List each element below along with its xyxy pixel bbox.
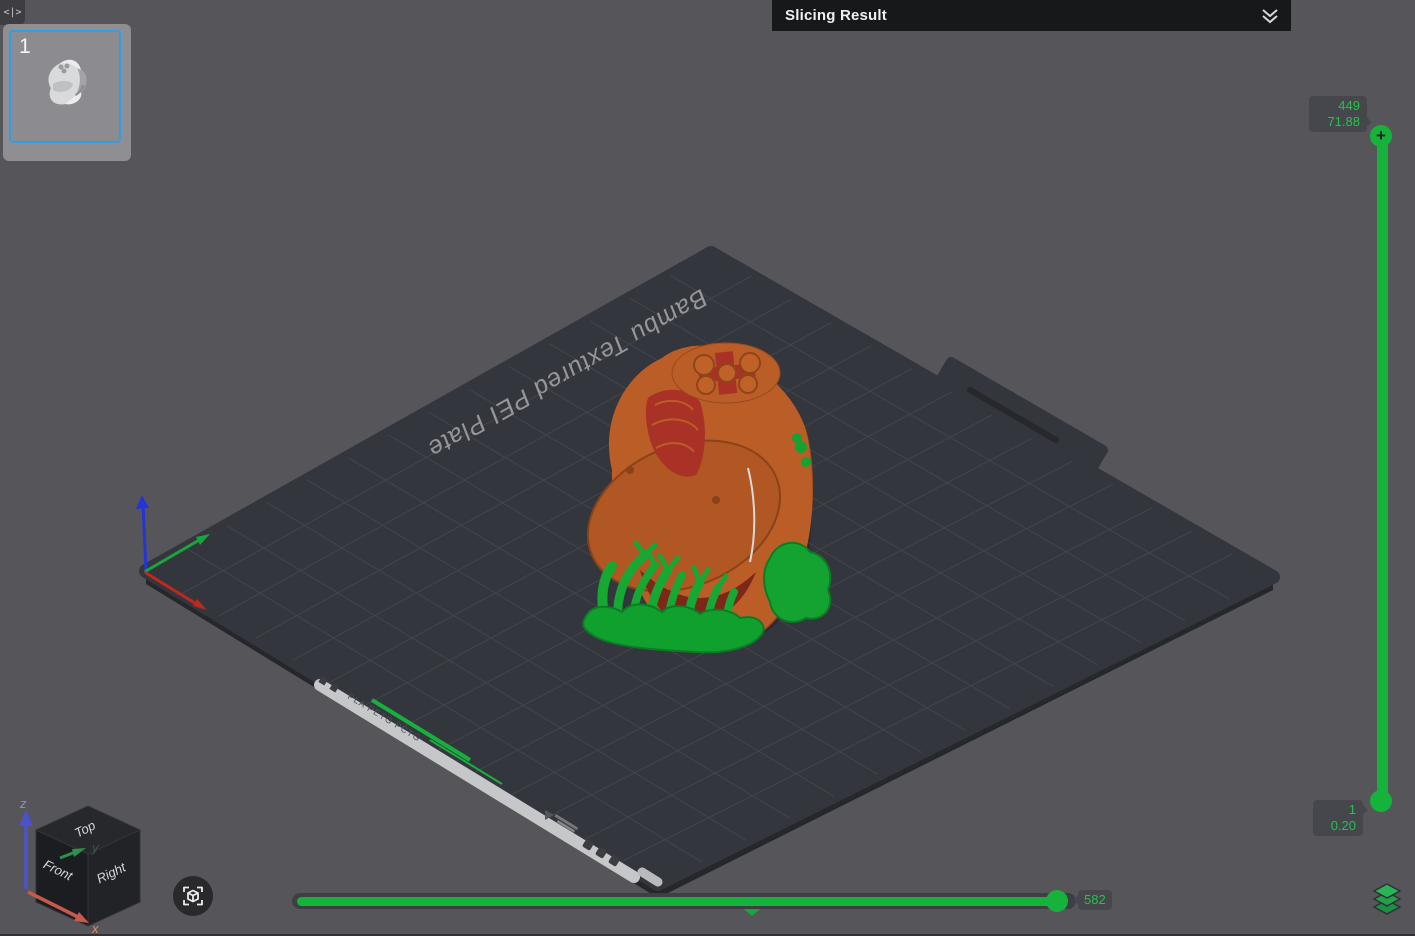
layer-slider-bottom-handle[interactable]: [1370, 790, 1392, 812]
layer-slider-bottom-tooltip: 1 0.20: [1313, 800, 1363, 836]
plus-icon: +: [1376, 126, 1386, 145]
move-slider-fill: [297, 897, 1051, 906]
fit-view-cube-icon: [181, 884, 205, 908]
viewport-3d[interactable]: Bambu Textured PEI Plate PLA PETG PCTG: [0, 0, 1415, 936]
plate-list-item[interactable]: 1: [3, 24, 131, 161]
layers-icon: [1372, 882, 1402, 916]
plate-thumbnail-image: [41, 54, 89, 110]
move-slider-tooltip: 582: [1078, 890, 1112, 910]
sidebar-collapse-button[interactable]: <|>: [0, 0, 25, 25]
bottom-layer-height: 0.20: [1320, 818, 1356, 834]
layers-view-button[interactable]: [1372, 882, 1402, 921]
slicing-result-title: Slicing Result: [772, 7, 887, 24]
layer-slider-top-handle[interactable]: +: [1370, 125, 1392, 147]
slider-marker-icon: [744, 909, 760, 916]
chevron-double-down-icon[interactable]: [1259, 8, 1281, 25]
layer-slider-top-tooltip: 449 71.88: [1309, 96, 1367, 132]
nav-axis-x-label: x: [91, 921, 99, 936]
fit-view-button[interactable]: [173, 876, 213, 916]
layer-slider-track[interactable]: [1377, 130, 1388, 806]
move-slider-handle[interactable]: [1046, 890, 1068, 912]
nav-axis-z-label: z: [19, 796, 27, 811]
panel-toggle-icon: <|>: [3, 7, 21, 18]
plate-number: 1: [19, 35, 31, 59]
slicing-result-header[interactable]: Slicing Result: [772, 0, 1291, 31]
move-slider-value: 582: [1084, 892, 1106, 907]
nav-cube[interactable]: Top Front Right z x y: [0, 780, 170, 936]
bottom-layer-number: 1: [1320, 802, 1356, 818]
top-layer-height: 71.88: [1316, 114, 1360, 130]
slicer-preview-window: { "app": { "collapse_button_glyph": "<|>…: [0, 0, 1415, 936]
top-layer-number: 449: [1316, 98, 1360, 114]
model-top-detail: [672, 343, 780, 403]
